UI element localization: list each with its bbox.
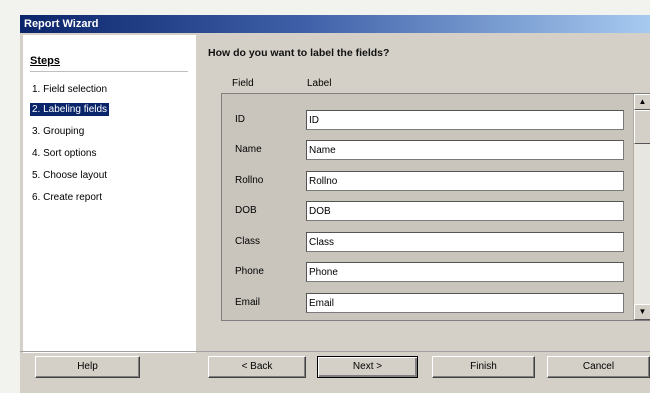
steps-panel: Steps 1. Field selection 2. Labeling fie… bbox=[23, 35, 196, 353]
field-label-list: ID Name Rollno DOB Class Phone Email ▲ ▼ bbox=[221, 93, 650, 321]
field-name: ID bbox=[235, 114, 245, 125]
back-button[interactable]: < Back bbox=[208, 356, 306, 378]
window-title: Report Wizard bbox=[24, 18, 99, 30]
steps-divider bbox=[30, 71, 188, 72]
step-choose-layout[interactable]: 5. Choose layout bbox=[30, 169, 109, 182]
step-labeling-fields[interactable]: 2. Labeling fields bbox=[30, 103, 110, 116]
label-input-id[interactable] bbox=[306, 110, 624, 130]
next-button[interactable]: Next > bbox=[317, 356, 418, 378]
label-input-email[interactable] bbox=[306, 293, 624, 313]
wizard-question: How do you want to label the fields? bbox=[208, 47, 390, 59]
column-header-label: Label bbox=[307, 78, 332, 89]
title-bar: Report Wizard bbox=[20, 15, 650, 33]
column-header-field: Field bbox=[232, 78, 254, 89]
field-name: Phone bbox=[235, 266, 264, 277]
report-wizard-window: Steps 1. Field selection 2. Labeling fie… bbox=[20, 33, 650, 393]
button-bar-divider bbox=[20, 351, 650, 352]
field-name: Name bbox=[235, 144, 262, 155]
step-field-selection[interactable]: 1. Field selection bbox=[30, 83, 109, 96]
label-input-name[interactable] bbox=[306, 140, 624, 160]
field-name: Class bbox=[235, 236, 261, 247]
step-sort-options[interactable]: 4. Sort options bbox=[30, 147, 98, 160]
field-name: DOB bbox=[235, 205, 257, 216]
step-grouping[interactable]: 3. Grouping bbox=[30, 125, 86, 138]
label-input-class[interactable] bbox=[306, 232, 624, 252]
vertical-scrollbar[interactable]: ▲ ▼ bbox=[633, 94, 650, 320]
cancel-button[interactable]: Cancel bbox=[547, 356, 650, 378]
arrow-up-icon[interactable]: ▲ bbox=[634, 94, 650, 110]
help-button[interactable]: Help bbox=[35, 356, 140, 378]
step-create-report[interactable]: 6. Create report bbox=[30, 191, 104, 204]
arrow-down-icon[interactable]: ▼ bbox=[634, 304, 650, 320]
label-input-dob[interactable] bbox=[306, 201, 624, 221]
field-name: Email bbox=[235, 297, 261, 308]
label-input-rollno[interactable] bbox=[306, 171, 624, 191]
label-input-phone[interactable] bbox=[306, 262, 624, 282]
steps-heading: Steps bbox=[30, 55, 60, 67]
scroll-thumb[interactable] bbox=[634, 110, 650, 144]
finish-button[interactable]: Finish bbox=[432, 356, 535, 378]
field-name: Rollno bbox=[235, 175, 264, 186]
